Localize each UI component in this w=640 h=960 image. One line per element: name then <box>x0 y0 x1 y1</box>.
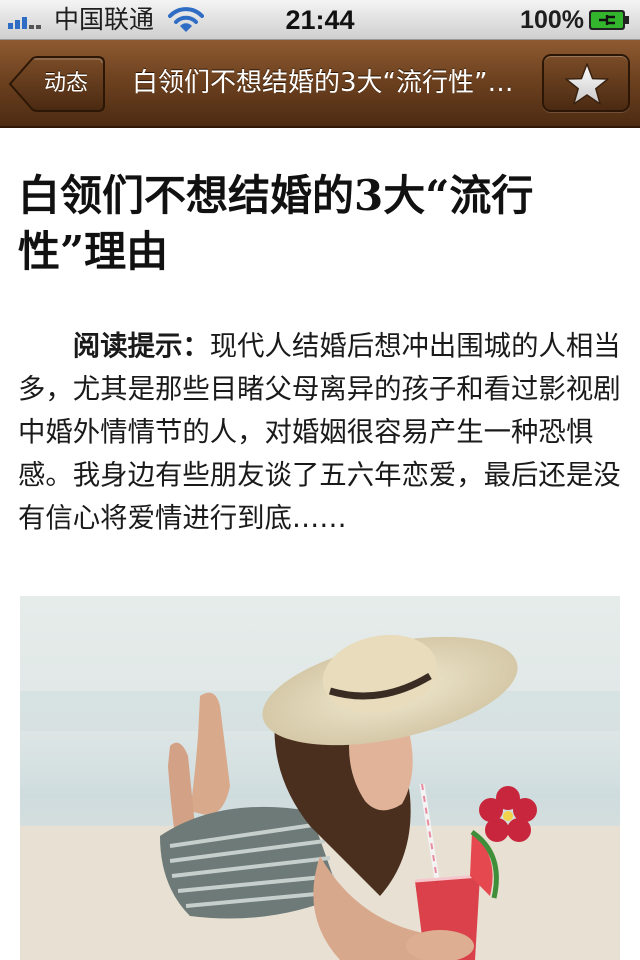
favorite-button[interactable] <box>542 54 630 112</box>
back-button[interactable]: 动态 <box>8 56 106 112</box>
battery-percentage: 100% <box>520 6 584 34</box>
star-icon <box>565 63 609 105</box>
article-title: 白领们不想结婚的3大“流行性”理由 <box>18 171 534 276</box>
nav-title: 白领们不想结婚的3大“流行性”理由 <box>132 68 524 98</box>
status-bar: 中国联通 21:44 100% <box>0 0 640 40</box>
article-intro: 阅读提示：现代人结婚后想冲出围城的人相当多，尤其是那些目睹父母离异的孩子和看过影… <box>18 325 628 540</box>
beach-photo-illustration <box>20 596 620 960</box>
battery-charging-icon <box>589 10 629 30</box>
intro-label: 阅读提示： <box>72 331 210 362</box>
navigation-bar: 动态 白领们不想结婚的3大“流行性”理由 <box>0 40 640 128</box>
back-button-label: 动态 <box>43 71 88 96</box>
article-photo <box>20 596 620 960</box>
